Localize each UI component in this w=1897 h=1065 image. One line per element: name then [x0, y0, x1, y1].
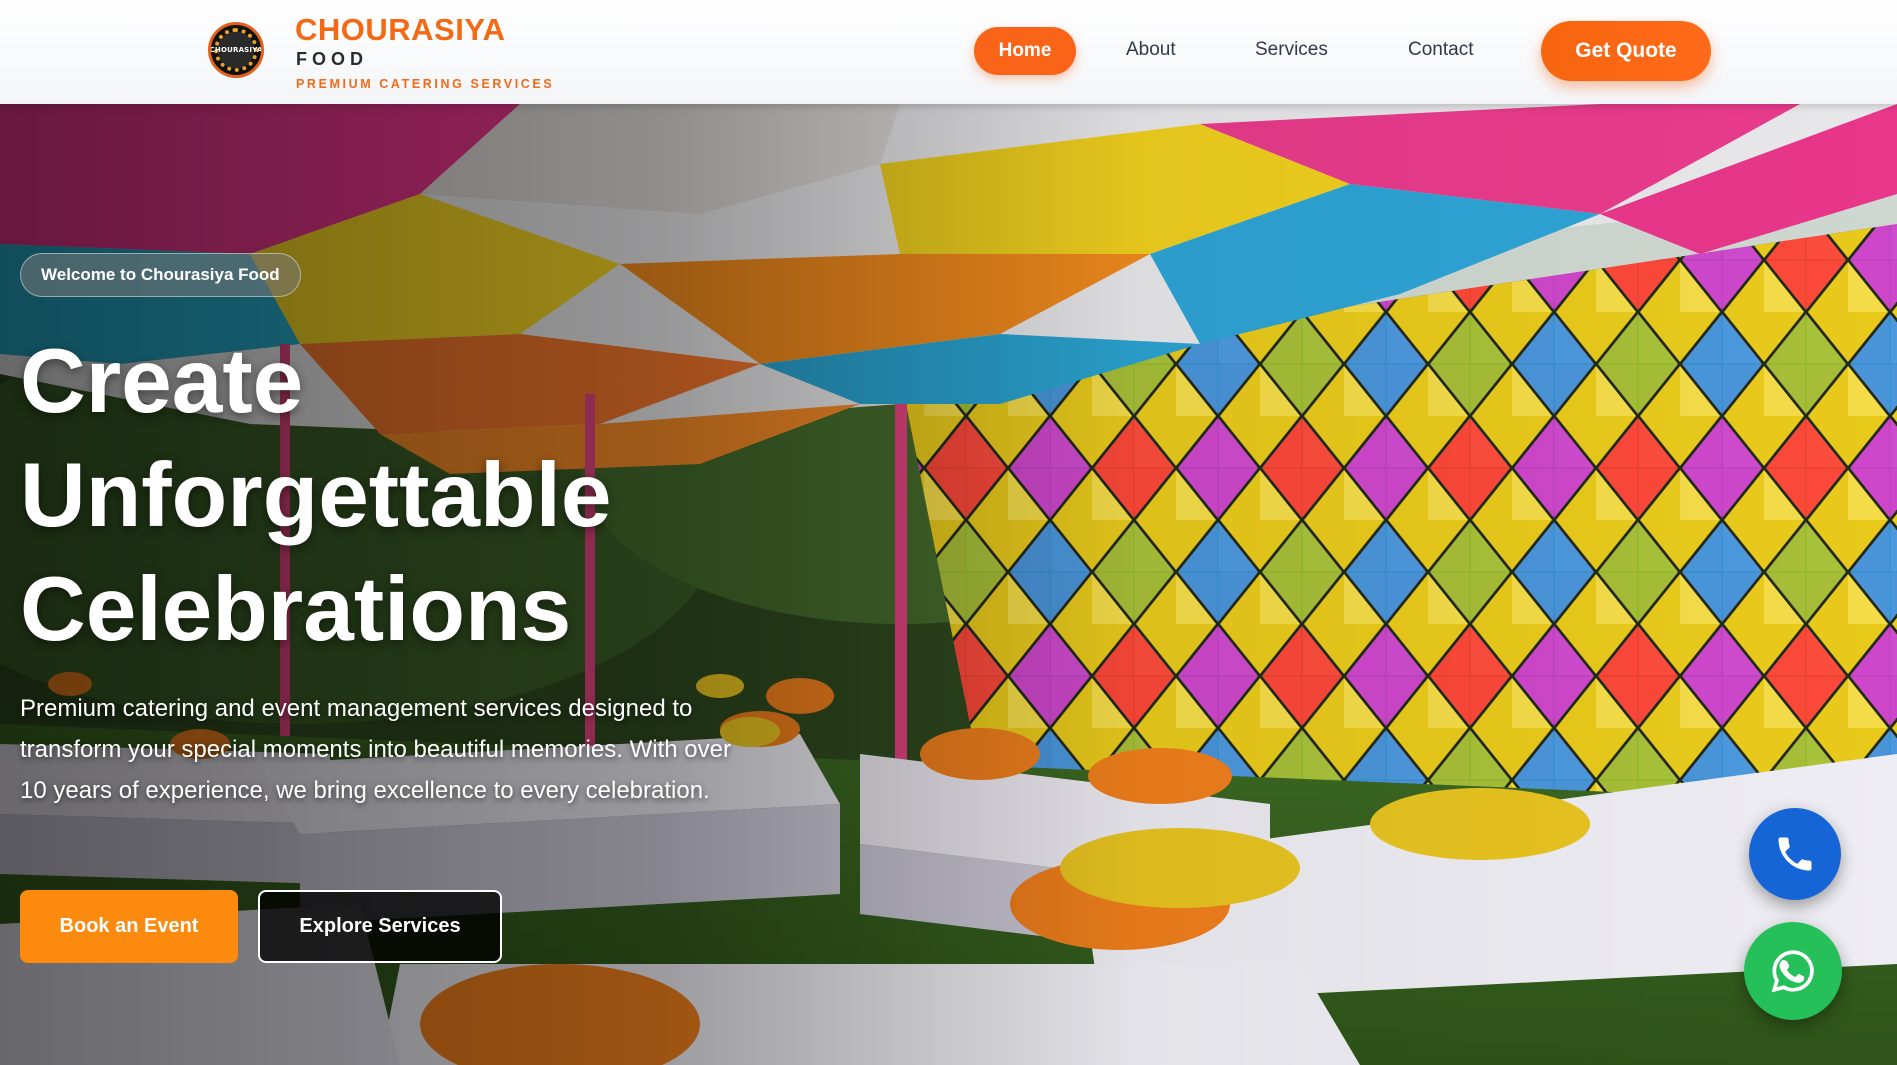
brand-tagline: PREMIUM CATERING SERVICES [296, 77, 555, 91]
brand-logo[interactable]: CHOURASIYA [208, 22, 264, 78]
phone-icon [1778, 837, 1812, 871]
whatsapp-button[interactable] [1744, 922, 1842, 1020]
hero-title-line: Celebrations [20, 559, 572, 660]
nav-about[interactable]: About [1126, 39, 1176, 61]
welcome-badge: Welcome to Chourasiya Food [20, 253, 301, 297]
hero-title-line: Create [20, 331, 304, 432]
call-button[interactable] [1749, 808, 1841, 900]
hero-description: Premium catering and event management se… [20, 695, 731, 804]
logo-badge-text: CHOURASIYA [209, 46, 263, 54]
whatsapp-icon [1771, 950, 1814, 993]
nav-home[interactable]: Home [974, 27, 1076, 75]
nav-contact[interactable]: Contact [1408, 39, 1473, 61]
explore-services-button[interactable]: Explore Services [258, 890, 502, 963]
get-quote-button[interactable]: Get Quote [1541, 21, 1711, 81]
site-header: CHOURASIYA CHOURASIYA FOOD PREMIUM CATER… [0, 0, 1897, 104]
book-event-button[interactable]: Book an Event [20, 890, 238, 963]
hero-title: Create Unforgettable Celebrations [20, 325, 740, 667]
hero-title-line: Unforgettable [20, 445, 612, 546]
brand-subtitle: FOOD [296, 49, 368, 69]
nav-services[interactable]: Services [1255, 39, 1328, 61]
brand-name[interactable]: CHOURASIYA [295, 12, 506, 48]
